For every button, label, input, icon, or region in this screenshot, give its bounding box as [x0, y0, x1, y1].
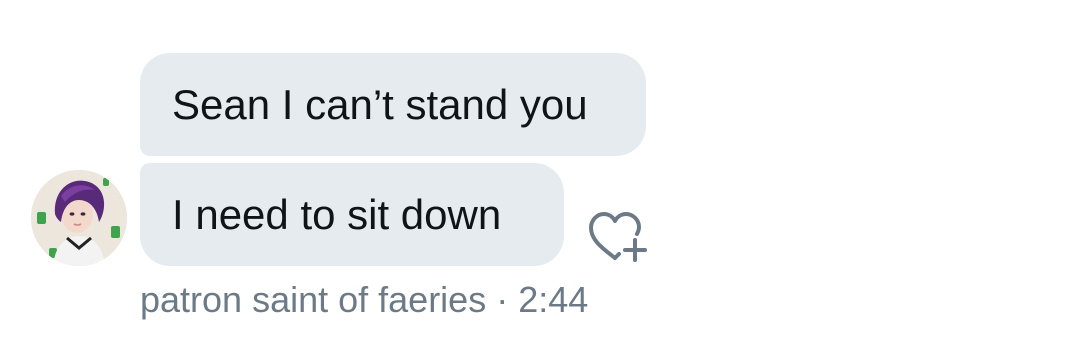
message-text: I need to sit down [172, 190, 502, 238]
message-bubble[interactable]: I need to sit down [140, 163, 564, 266]
message-meta: patron saint of faeries · 2:44 [140, 278, 588, 322]
sender-name[interactable]: patron saint of faeries [140, 279, 486, 320]
message-bubble[interactable]: Sean I can’t stand you [140, 53, 646, 156]
avatar-image [31, 170, 127, 266]
avatar[interactable] [31, 170, 127, 266]
dm-thread: Sean I can’t stand you I need to sit dow… [0, 0, 1080, 360]
meta-separator: · [496, 279, 509, 320]
message-timestamp: 2:44 [518, 279, 589, 320]
message-text: Sean I can’t stand you [172, 80, 588, 128]
heart-plus-icon[interactable] [585, 208, 647, 264]
